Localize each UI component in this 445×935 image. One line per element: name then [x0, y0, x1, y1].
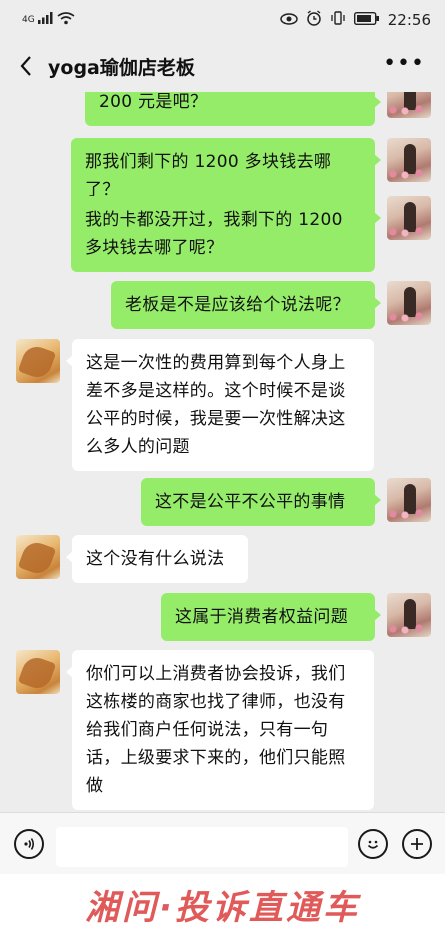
message-text-line: 么多人的问题 [86, 437, 190, 457]
message-text-line: 这是一次性的费用算到每个人身上 [86, 353, 346, 373]
more-options-button[interactable]: ••• [383, 53, 425, 75]
voice-button[interactable] [14, 829, 44, 859]
message-text: 这属于消费者权益问题 [175, 607, 348, 627]
status-bar: 4G 22:56 [0, 0, 445, 40]
emoji-icon [367, 840, 379, 849]
message-text-line: 这栋楼的商家也找了律师，也没有 [86, 692, 346, 712]
add-button[interactable] [402, 829, 432, 859]
contact-avatar[interactable] [16, 339, 60, 383]
message-text-line: 差不多是这样的。这个时候不是谈 [86, 381, 346, 401]
my-avatar[interactable] [387, 281, 431, 325]
message-bubble[interactable]: 这个没有什么说法 [66, 535, 248, 583]
alarm-icon [306, 10, 322, 30]
message-text-line: 多块钱去哪了呢？ [85, 238, 224, 258]
my-avatar[interactable] [387, 593, 431, 637]
eye-icon [280, 11, 298, 29]
contact-avatar[interactable] [16, 650, 60, 694]
my-avatar[interactable] [387, 92, 431, 118]
vibrate-icon [330, 10, 346, 30]
message-bubble[interactable]: 这属于消费者权益问题 [161, 593, 381, 641]
chat-title: yoga瑜伽店老板 [48, 56, 195, 79]
clock-text: 22:56 [387, 11, 431, 29]
message-text-line: 做 [86, 776, 104, 796]
message-text-line: 我的卡都没开过，我剩下的 1200 [85, 210, 343, 230]
message-bubble[interactable]: 我的卡都没开过，我剩下的 1200 多块钱去哪了呢？ [71, 196, 381, 272]
chat-header: yoga瑜伽店老板 ••• [0, 40, 445, 92]
message-bubble[interactable]: 老板是不是应该给个说法呢？ [111, 281, 381, 329]
message-text-line: 公平的时候，我是要一次性解决这 [86, 409, 346, 429]
my-avatar[interactable] [387, 478, 431, 522]
chevron-left-icon [20, 56, 31, 76]
message-input[interactable] [56, 827, 348, 867]
battery-icon [353, 11, 380, 29]
message-bubble[interactable]: 这不是公平不公平的事情 [141, 478, 381, 526]
signal-bars-icon [37, 12, 54, 28]
watermark-text: 湘问·投诉直通车 [85, 888, 360, 928]
message-text: 这不是公平不公平的事情 [155, 492, 346, 512]
watermark-banner: 湘问·投诉直通车 [0, 874, 445, 935]
signal-label: 4G [22, 15, 35, 25]
my-avatar[interactable] [387, 196, 431, 240]
message-text: 这个没有什么说法 [86, 549, 225, 569]
my-avatar[interactable] [387, 138, 431, 182]
wifi-icon [57, 11, 75, 29]
message-text-line: 给我们商户任何说法，只有一句 [86, 720, 329, 740]
message-text-line: 你们可以上消费者协会投诉，我们 [86, 664, 346, 684]
voice-icon [24, 838, 35, 850]
emoji-button[interactable] [358, 829, 388, 859]
message-text-line: 话，上级要求下来的，他们只能照 [86, 748, 346, 768]
message-list[interactable]: 200 元是吧？ 那我们剩下的 1200 多块钱去哪了？ 我的卡都没开过，我剩下… [0, 92, 445, 812]
input-bar [0, 812, 445, 874]
message-bubble[interactable]: 你们可以上消费者协会投诉，我们 这栋楼的商家也找了律师，也没有 给我们商户任何说… [66, 650, 374, 810]
message-bubble[interactable]: 200 元是吧？ [85, 92, 381, 126]
plus-icon [411, 838, 423, 850]
back-button[interactable] [6, 40, 46, 92]
contact-avatar[interactable] [16, 535, 60, 579]
message-bubble[interactable]: 这是一次性的费用算到每个人身上 差不多是这样的。这个时候不是谈 公平的时候，我是… [66, 339, 374, 471]
message-text: 200 元是吧？ [99, 92, 208, 112]
message-text: 老板是不是应该给个说法呢？ [125, 295, 350, 315]
